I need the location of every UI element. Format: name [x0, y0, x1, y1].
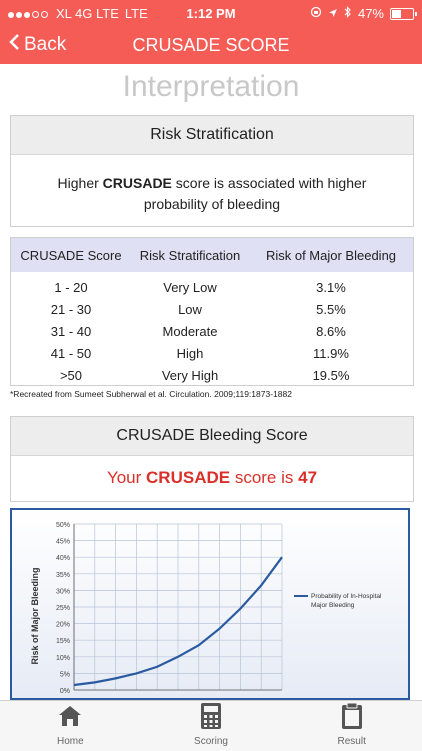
chart-svg: Risk of Major Bleeding 0% 5% 10% 15% 20% 25% 3… [30, 522, 382, 695]
risk-text-before: Higher [57, 175, 103, 191]
table-row: 21 - 30 Low 5.5% [11, 298, 413, 320]
table-row: 1 - 20 Very Low 3.1% [11, 276, 413, 298]
y-tick-label: 30% [56, 588, 70, 595]
score-middle: score is [230, 468, 299, 487]
status-right: 47% [310, 6, 417, 21]
y-tick-label: 25% [56, 605, 70, 612]
score-prefix: Your [106, 468, 147, 487]
cell-score: 21 - 30 [50, 301, 92, 317]
y-axis-label: Risk of Major Bleeding [30, 567, 40, 664]
score-value: 47 [298, 468, 318, 487]
table-row: >50 Very High 19.5% [11, 364, 413, 386]
header-crusade-score: CRUSADE Score [20, 247, 122, 263]
location-arrow-icon [328, 6, 338, 21]
y-tick-label: 50% [56, 522, 70, 529]
y-tick-label: 10% [56, 655, 70, 662]
y-tick-label: 5% [60, 671, 70, 678]
tab-scoring[interactable]: Scoring [141, 701, 282, 751]
cell-score: 41 - 50 [50, 345, 92, 361]
battery-icon [390, 7, 417, 20]
navigation-bar: Back CRUSADE SCORE [0, 28, 422, 64]
y-tick-label: 0% [60, 688, 70, 695]
risk-text-bold: CRUSADE [102, 175, 172, 191]
cell-bleeding: 19.5% [312, 367, 350, 383]
tab-label: Home [56, 736, 84, 747]
cell-score: 31 - 40 [50, 323, 92, 339]
chart-legend: Probability of In-Hospital Major Bleeding [294, 593, 382, 609]
cell-risk: High [176, 345, 204, 361]
lock-rotation-icon [310, 6, 322, 21]
y-ticks: 0% 5% 10% 15% 20% 25% 30% 35% 40% 45% 50% [56, 522, 70, 695]
cell-risk: Very Low [163, 279, 217, 295]
bluetooth-icon [344, 6, 352, 21]
tab-result[interactable]: Result [281, 701, 422, 751]
cell-bleeding: 5.5% [316, 301, 346, 317]
cell-risk: Very High [161, 367, 219, 383]
page-title: CRUSADE SCORE [132, 35, 290, 55]
cell-bleeding: 11.9% [313, 345, 349, 361]
y-tick-label: 45% [56, 539, 70, 546]
header-major-bleeding: Risk of Major Bleeding [265, 247, 397, 263]
cell-score: 1 - 20 [54, 279, 88, 295]
cell-bleeding: 3.1% [316, 279, 346, 295]
table-row: 31 - 40 Moderate 8.6% [11, 320, 413, 342]
y-tick-label: 20% [56, 622, 70, 629]
cell-risk: Low [178, 301, 202, 317]
section-heading: Interpretation [122, 70, 300, 103]
home-icon [0, 701, 141, 731]
card-title: CRUSADE Bleeding Score [11, 417, 413, 456]
chart-grid [73, 523, 283, 691]
calculator-icon [141, 701, 282, 731]
cell-bleeding: 8.6% [316, 323, 346, 339]
table-row: 41 - 50 High 11.9% [11, 342, 413, 364]
risk-table: CRUSADE Score Risk Stratification Risk o… [10, 237, 414, 386]
score-bold: CRUSADE [146, 468, 231, 487]
status-bar: XL 4G LTE LTE 1:12 PM 47% [0, 0, 422, 28]
y-tick-label: 40% [56, 555, 70, 562]
score-result: Your CRUSADE score is 47 [11, 468, 413, 488]
legend-label: Probability of In-Hospital Major Bleeding [311, 593, 382, 609]
bleeding-risk-chart: Risk of Major Bleeding 0% 5% 10% 15% 20% 25% 3… [10, 508, 410, 700]
table-header: CRUSADE Score Risk Stratification Risk o… [11, 238, 413, 272]
risk-stratification-card: Risk Stratification Higher CRUSADE score… [10, 115, 414, 227]
card-title: Risk Stratification [11, 116, 413, 155]
clipboard-icon [281, 701, 422, 731]
tab-home[interactable]: Home [0, 701, 141, 751]
risk-text-after: score is associated with higher probabil… [143, 175, 367, 212]
header-risk-stratification: Risk Stratification [139, 247, 241, 263]
y-tick-label: 15% [56, 638, 70, 645]
battery-percent: 47% [357, 6, 384, 21]
tab-label: Result [337, 736, 366, 747]
tab-bar: Home Scoring Result [0, 700, 422, 751]
cell-risk: Moderate [162, 323, 218, 339]
y-tick-label: 35% [56, 572, 70, 579]
risk-description: Higher CRUSADE score is associated with … [11, 155, 413, 233]
cell-score: >50 [59, 367, 83, 383]
tab-label: Scoring [194, 736, 228, 747]
bleeding-score-card: CRUSADE Bleeding Score Your CRUSADE scor… [10, 416, 414, 502]
table-body: 1 - 20 Very Low 3.1% 21 - 30 Low 5.5% 31… [11, 272, 413, 386]
footnote: *Recreated from Sumeet Subherwal et al. … [10, 389, 292, 399]
